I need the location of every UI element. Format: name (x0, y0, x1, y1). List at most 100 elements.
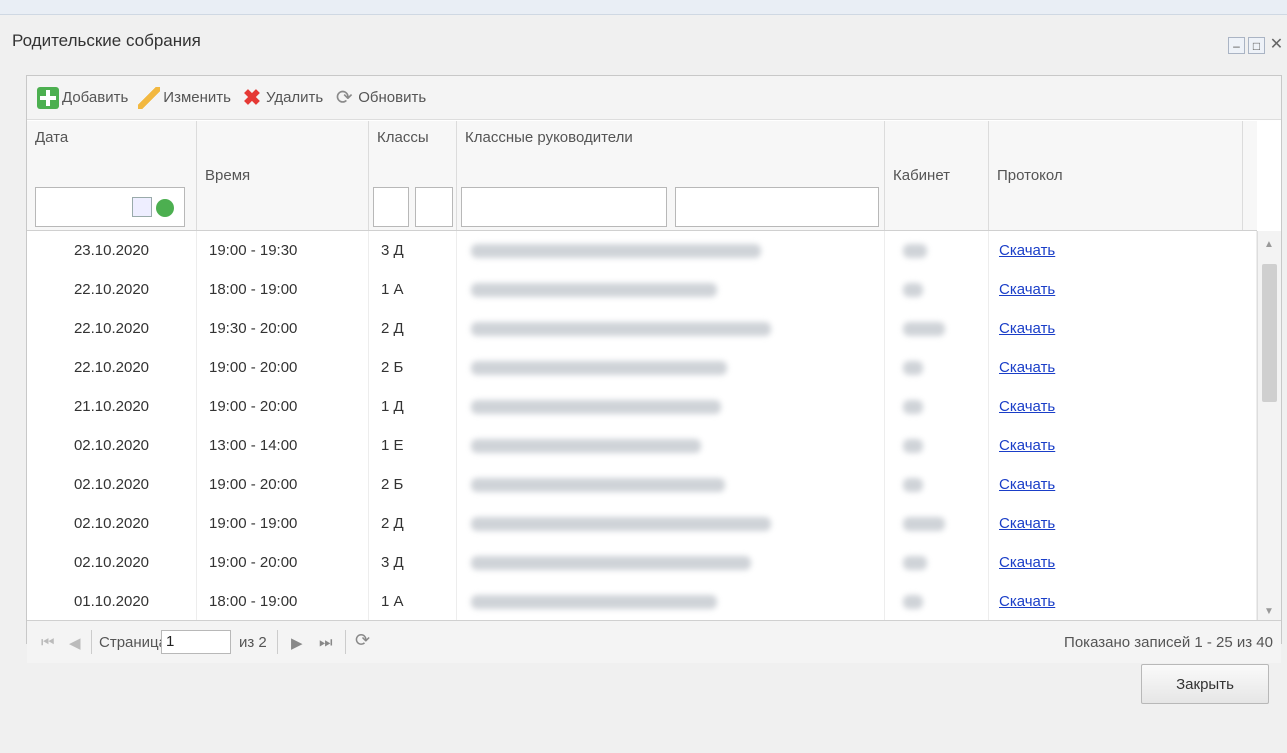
download-link[interactable]: Скачать (999, 476, 1055, 493)
column-room[interactable]: Кабинет (885, 121, 989, 230)
table-row[interactable]: 23.10.2020 19:00 - 19:30 3 Д Скачать (27, 231, 1257, 270)
room-cell (885, 543, 989, 582)
time-cell: 13:00 - 14:00 (197, 426, 369, 465)
minimize-button[interactable]: – (1228, 37, 1245, 54)
delete-button[interactable]: ✖ Удалить (241, 84, 324, 110)
scroll-up-icon[interactable]: ▲ (1264, 239, 1274, 250)
table-row[interactable]: 02.10.2020 13:00 - 14:00 1 Е Скачать (27, 426, 1257, 465)
table-row[interactable]: 21.10.2020 19:00 - 20:00 1 Д Скачать (27, 387, 1257, 426)
toolbar: Добавить Изменить ✖ Удалить ⟳ Обновить (27, 76, 1281, 120)
protocol-cell: Скачать (989, 270, 1257, 309)
room-cell (885, 348, 989, 387)
grid-header: Дата Время Классы Классные руководители (27, 121, 1257, 231)
blurred-room (903, 556, 927, 570)
blurred-teacher-name (471, 517, 771, 531)
class-cell: 2 Б (369, 348, 457, 387)
column-protocol[interactable]: Протокол (989, 121, 1243, 230)
blurred-room (903, 517, 945, 531)
teacher-cell (457, 543, 885, 582)
date-filter-input[interactable] (35, 187, 185, 227)
download-link[interactable]: Скачать (999, 359, 1055, 376)
delete-icon: ✖ (242, 84, 262, 110)
teacher-cell (457, 231, 885, 270)
divider (91, 630, 92, 654)
download-link[interactable]: Скачать (999, 398, 1055, 415)
calendar-icon[interactable] (132, 197, 152, 217)
top-strip (0, 0, 1287, 14)
edit-button[interactable]: Изменить (138, 86, 231, 109)
date-cell: 02.10.2020 (27, 504, 197, 543)
class-cell: 1 А (369, 270, 457, 309)
records-summary: Показано записей 1 - 25 из 40 (1064, 634, 1273, 651)
maximize-button[interactable]: □ (1248, 37, 1265, 54)
time-cell: 19:00 - 20:00 (197, 543, 369, 582)
blurred-room (903, 283, 923, 297)
pager-refresh-icon[interactable]: ⟳ (355, 630, 370, 651)
download-link[interactable]: Скачать (999, 515, 1055, 532)
vertical-scrollbar[interactable]: ▲ ▼ (1257, 231, 1281, 623)
download-link[interactable]: Скачать (999, 242, 1055, 259)
time-cell: 18:00 - 19:00 (197, 582, 369, 621)
time-cell: 19:00 - 20:00 (197, 387, 369, 426)
teacher-filter-1[interactable] (461, 187, 667, 227)
download-link[interactable]: Скачать (999, 554, 1055, 571)
teacher-cell (457, 582, 885, 621)
column-teachers[interactable]: Классные руководители (457, 121, 885, 230)
next-page-icon[interactable]: ▶ (291, 634, 303, 652)
date-cell: 22.10.2020 (27, 270, 197, 309)
download-link[interactable]: Скачать (999, 437, 1055, 454)
scroll-down-icon[interactable]: ▼ (1264, 606, 1274, 617)
download-link[interactable]: Скачать (999, 281, 1055, 298)
table-row[interactable]: 02.10.2020 19:00 - 20:00 2 Б Скачать (27, 465, 1257, 504)
time-cell: 19:30 - 20:00 (197, 309, 369, 348)
protocol-cell: Скачать (989, 465, 1257, 504)
teacher-cell (457, 387, 885, 426)
dialog-window: Родительские собрания – □ ✕ Добавить Изм… (0, 14, 1287, 753)
delete-label: Удалить (265, 89, 324, 106)
blurred-teacher-name (471, 322, 771, 336)
table-row[interactable]: 02.10.2020 19:00 - 19:00 2 Д Скачать (27, 504, 1257, 543)
column-protocol-label: Протокол (997, 167, 1063, 184)
divider (345, 630, 346, 654)
grid-panel: Добавить Изменить ✖ Удалить ⟳ Обновить Д… (26, 75, 1282, 663)
room-cell (885, 387, 989, 426)
download-link[interactable]: Скачать (999, 320, 1055, 337)
class-cell: 2 Б (369, 465, 457, 504)
protocol-cell: Скачать (989, 348, 1257, 387)
class-number-filter[interactable] (373, 187, 409, 227)
prev-page-icon[interactable]: ◀ (69, 634, 81, 652)
scroll-thumb[interactable] (1262, 264, 1277, 402)
class-letter-filter[interactable] (415, 187, 453, 227)
class-cell: 1 А (369, 582, 457, 621)
close-icon[interactable]: ✕ (1268, 37, 1285, 54)
protocol-cell: Скачать (989, 309, 1257, 348)
blurred-teacher-name (471, 478, 725, 492)
table-row[interactable]: 01.10.2020 18:00 - 19:00 1 А Скачать (27, 582, 1257, 621)
table-row[interactable]: 22.10.2020 19:00 - 20:00 2 Б Скачать (27, 348, 1257, 387)
download-link[interactable]: Скачать (999, 593, 1055, 610)
blurred-teacher-name (471, 439, 701, 453)
column-classes-label: Классы (377, 129, 429, 146)
table-row[interactable]: 22.10.2020 18:00 - 19:00 1 А Скачать (27, 270, 1257, 309)
close-button[interactable]: Закрыть (1141, 664, 1269, 704)
protocol-cell: Скачать (989, 543, 1257, 582)
column-room-label: Кабинет (893, 167, 951, 184)
first-page-icon[interactable]: ⏮ (41, 634, 55, 651)
page-label: Страница (99, 634, 167, 651)
table-row[interactable]: 22.10.2020 19:30 - 20:00 2 Д Скачать (27, 309, 1257, 348)
column-classes[interactable]: Классы (369, 121, 457, 230)
refresh-button[interactable]: ⟳ Обновить (333, 87, 426, 109)
blurred-room (903, 400, 923, 414)
teacher-filter-2[interactable] (675, 187, 879, 227)
blurred-room (903, 478, 923, 492)
grid-body: 23.10.2020 19:00 - 19:30 3 Д Скачать 22.… (27, 231, 1257, 623)
column-time[interactable]: Время (197, 121, 369, 230)
column-date-label: Дата (35, 129, 69, 146)
column-date[interactable]: Дата (27, 121, 197, 230)
column-teachers-label: Классные руководители (465, 129, 633, 146)
table-row[interactable]: 02.10.2020 19:00 - 20:00 3 Д Скачать (27, 543, 1257, 582)
last-page-icon[interactable]: ⏭ (319, 634, 333, 651)
page-input[interactable]: 1 (161, 630, 231, 654)
add-button[interactable]: Добавить (37, 86, 128, 109)
reset-date-icon[interactable] (156, 199, 174, 217)
